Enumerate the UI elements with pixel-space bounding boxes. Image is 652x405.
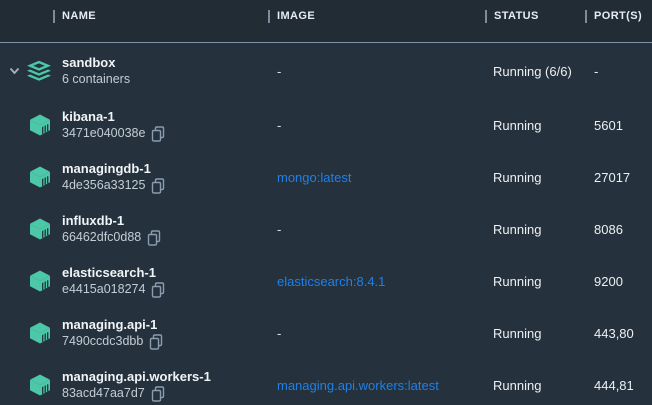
container-cube-icon [28,165,52,189]
container-id: 3471e040038e [62,125,145,142]
image-value: - [277,326,281,341]
stacked-layers-icon [25,59,53,84]
ports-text: 27017 [594,170,652,185]
container-row[interactable]: elasticsearch-1 e4415a018274 elasticsear… [0,255,652,307]
copy-icon[interactable] [151,386,165,402]
status-text: Running [493,170,594,185]
image-value: - [277,222,281,237]
table-header: NAME IMAGE STATUS PORT(S) [0,0,652,32]
copy-icon[interactable] [151,282,165,298]
container-cube-icon [28,373,52,397]
container-cube-icon [28,217,52,241]
column-header-status[interactable]: STATUS [485,0,585,32]
column-label: NAME [62,10,96,22]
container-id: 4de356a33125 [62,177,145,194]
ports-text: 5601 [594,118,652,133]
container-name: influxdb-1 [62,212,277,229]
ports-text: 443,80 [594,326,652,341]
container-name: managing.api-1 [62,316,277,333]
copy-icon[interactable] [151,126,165,142]
container-row[interactable]: managing.api-1 7490ccdc3dbb - Running 44… [0,307,652,359]
image-value: - [277,64,281,79]
container-cube-icon [28,321,52,345]
chevron-down-icon[interactable] [8,65,21,78]
column-separator [268,10,270,23]
container-id: 7490ccdc3dbb [62,333,143,350]
column-label: IMAGE [277,10,315,22]
ports-text: 8086 [594,222,652,237]
compose-group-row[interactable]: sandbox 6 containers - Running (6/6) - [0,43,652,99]
header-select-spacer [0,0,53,32]
container-id: 66462dfc0d88 [62,229,141,246]
container-row[interactable]: kibana-1 3471e040038e - Running 5601 [0,99,652,151]
image-link[interactable]: elasticsearch:8.4.1 [277,274,385,289]
copy-icon[interactable] [149,334,163,350]
column-label: STATUS [494,10,539,22]
ports-text: 444,81 [594,378,652,393]
container-name: managing.api.workers-1 [62,368,277,385]
container-cube-icon [28,269,52,293]
status-text: Running [493,378,594,393]
column-header-ports[interactable]: PORT(S) [585,0,652,32]
image-link[interactable]: managing.api.workers:latest [277,378,439,393]
container-cube-icon [28,113,52,137]
ports-text: - [594,64,652,79]
container-id: 83acd47aa7d7 [62,385,145,402]
header-gap [0,32,652,42]
group-name: sandbox [62,54,277,71]
column-header-name[interactable]: NAME [53,0,268,32]
container-id: e4415a018274 [62,281,145,298]
container-name: kibana-1 [62,108,277,125]
container-row[interactable]: influxdb-1 66462dfc0d88 - Running 8086 [0,203,652,255]
group-container-count: 6 containers [62,71,130,88]
copy-icon[interactable] [151,178,165,194]
column-separator [53,10,55,23]
status-text: Running [493,118,594,133]
containers-table: NAME IMAGE STATUS PORT(S) sandbox 6 cont… [0,0,652,405]
status-text: Running [493,326,594,341]
image-value: - [277,118,281,133]
container-row[interactable]: managingdb-1 4de356a33125 mongo:latest R… [0,151,652,203]
status-text: Running [493,222,594,237]
container-name: managingdb-1 [62,160,277,177]
container-row[interactable]: managing.api.workers-1 83acd47aa7d7 mana… [0,359,652,405]
column-separator [485,10,487,23]
column-separator [585,10,587,23]
container-name: elasticsearch-1 [62,264,277,281]
column-header-image[interactable]: IMAGE [268,0,485,32]
status-text: Running (6/6) [493,64,594,79]
copy-icon[interactable] [147,230,161,246]
status-text: Running [493,274,594,289]
image-link[interactable]: mongo:latest [277,170,351,185]
column-label: PORT(S) [594,10,642,22]
ports-text: 9200 [594,274,652,289]
